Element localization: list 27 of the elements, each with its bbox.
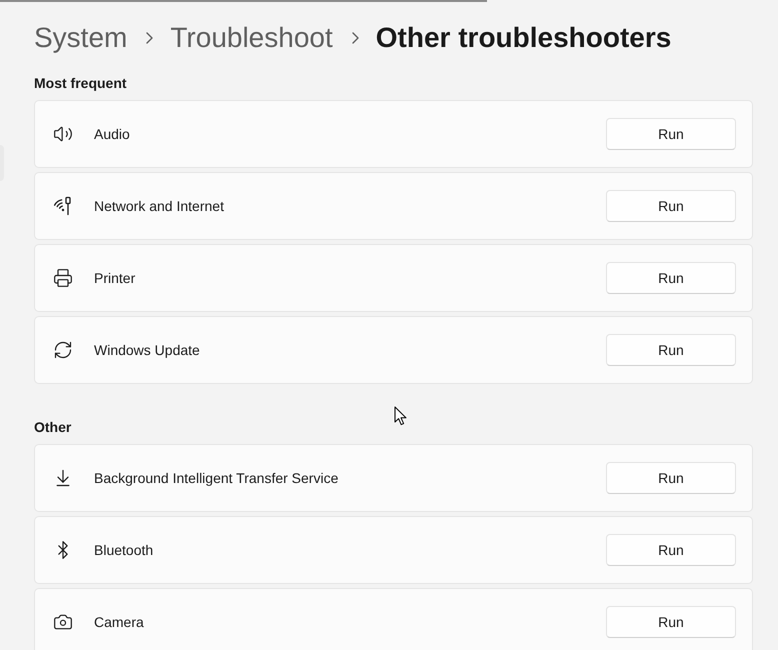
camera-icon: [53, 612, 73, 632]
section-heading: Most frequent: [34, 74, 128, 93]
troubleshooter-label: Network and Internet: [94, 197, 225, 216]
troubleshooter-label: Printer: [94, 269, 136, 288]
breadcrumb-link[interactable]: Troubleshoot: [170, 18, 333, 58]
troubleshooter-label: Background Intelligent Transfer Service: [94, 469, 340, 488]
run-button[interactable]: Run: [606, 534, 736, 566]
breadcrumb-link[interactable]: System: [34, 18, 128, 58]
mouse-pointer-icon: [394, 406, 407, 426]
run-button[interactable]: Run: [606, 262, 736, 294]
troubleshooter-label: Camera: [94, 613, 145, 632]
sync-icon: [53, 340, 73, 360]
run-button[interactable]: Run: [606, 462, 736, 494]
troubleshooter-label: Windows Update: [94, 341, 201, 360]
troubleshooter-label: Audio: [94, 125, 131, 144]
printer-icon: [53, 268, 73, 288]
chevron-icon: [352, 32, 359, 44]
troubleshooter-label: Bluetooth: [94, 541, 154, 560]
chevron-icon: [146, 32, 154, 44]
run-button[interactable]: Run: [606, 190, 736, 222]
run-button[interactable]: Run: [606, 118, 736, 150]
page-title: Other troubleshooters: [376, 21, 672, 55]
wifi-plug-icon: [53, 196, 73, 216]
run-button[interactable]: Run: [606, 606, 736, 638]
run-button[interactable]: Run: [606, 334, 736, 366]
speaker-icon: [53, 124, 73, 144]
section-heading: Other: [34, 418, 72, 437]
